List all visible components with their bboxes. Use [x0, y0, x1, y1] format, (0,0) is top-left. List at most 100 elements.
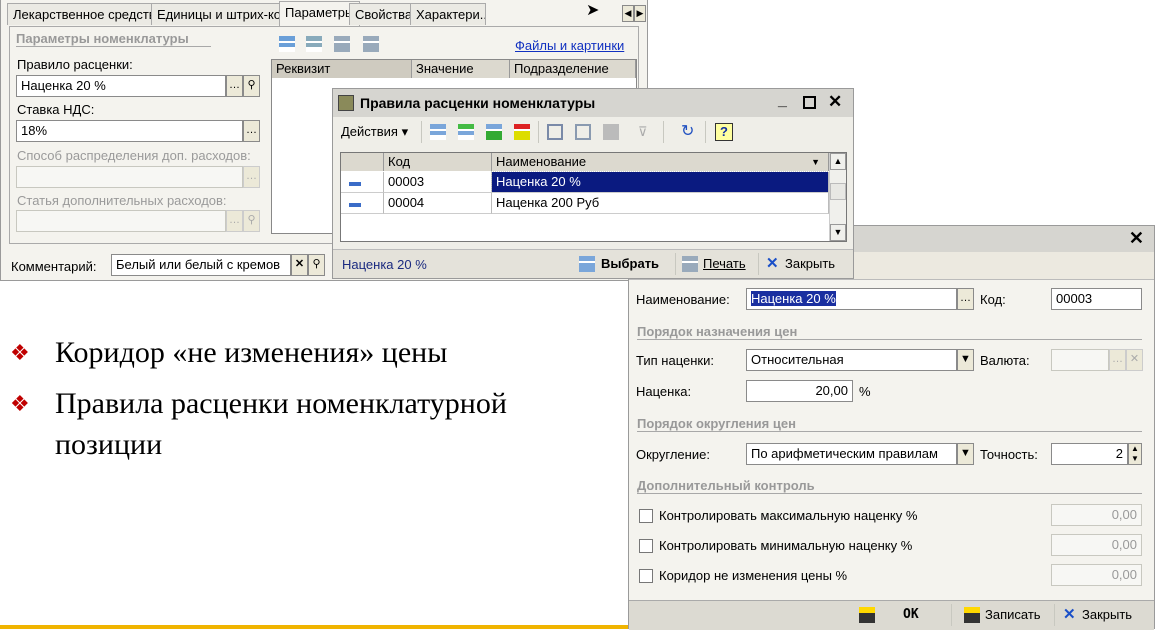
extra-costs-input[interactable]: [16, 210, 226, 232]
row-name: Наценка 200 Руб: [492, 193, 829, 214]
delete-icon[interactable]: [363, 36, 379, 52]
dialog-title: Правила расценки номенклатуры: [360, 95, 596, 111]
name-label: Наименование:: [636, 292, 730, 307]
section-pricing: Порядок назначения цен: [637, 324, 1142, 340]
chevron-down-icon[interactable]: ▼: [957, 443, 974, 465]
max-markup-checkbox[interactable]: [639, 509, 653, 523]
filter-history-icon[interactable]: [603, 124, 619, 140]
precision-input[interactable]: 2: [1051, 443, 1128, 465]
print-label: Печать: [703, 256, 746, 271]
select-button[interactable]: …: [226, 75, 243, 97]
select-button[interactable]: Выбрать: [579, 253, 669, 275]
delete-mark-icon[interactable]: [514, 124, 530, 140]
close-icon: ✕: [766, 255, 779, 272]
clear-icon[interactable]: ✕: [291, 254, 308, 276]
add-row-icon[interactable]: [279, 36, 295, 52]
clear-icon[interactable]: ✕: [1126, 349, 1143, 371]
slide-footer-line: [0, 625, 628, 629]
save-icon: [964, 607, 980, 623]
rule-form-dialog: ✕ Наименование: Наценка 20 % … Код: 0000…: [628, 225, 1155, 630]
corridor-checkbox[interactable]: [639, 569, 653, 583]
select-button[interactable]: …: [957, 288, 974, 310]
column-header[interactable]: Значение: [412, 60, 510, 78]
row-name: Наценка 20 %: [491, 171, 830, 194]
min-markup-input[interactable]: 0,00: [1051, 534, 1142, 556]
column-header[interactable]: Подразделение: [510, 60, 636, 78]
scrollbar[interactable]: ▲ ▼: [829, 153, 846, 241]
column-header[interactable]: Реквизит: [272, 60, 412, 78]
ok-button[interactable]: OK: [859, 604, 939, 626]
close-button[interactable]: ✕ Закрыть: [766, 253, 850, 275]
close-icon[interactable]: ✕: [828, 92, 842, 112]
scroll-down-button[interactable]: ▼: [830, 224, 846, 241]
tab-scroll-left-button[interactable]: ◀: [622, 5, 634, 22]
files-link[interactable]: Файлы и картинки: [515, 38, 624, 53]
select-button[interactable]: …: [1109, 349, 1126, 371]
tab-characteristics[interactable]: Характери...: [410, 3, 486, 25]
markup-input[interactable]: 20,00: [746, 380, 853, 402]
mouse-cursor-icon: ➤: [586, 2, 600, 19]
ok-label: OK: [903, 607, 919, 622]
min-markup-checkbox[interactable]: [639, 539, 653, 553]
print-icon: [682, 256, 698, 272]
corridor-input[interactable]: 0,00: [1051, 564, 1142, 586]
price-rule-label: Правило расценки:: [17, 57, 133, 72]
save-button[interactable]: Записать: [964, 604, 1054, 626]
add-group-icon[interactable]: [306, 36, 322, 52]
precision-stepper[interactable]: ▲ ▼: [1128, 443, 1142, 465]
search-icon[interactable]: ⚲: [308, 254, 325, 276]
markup-type-select[interactable]: Относительная: [746, 349, 957, 371]
currency-input[interactable]: [1051, 349, 1109, 371]
select-button[interactable]: …: [243, 120, 260, 142]
search-icon[interactable]: ⚲: [243, 75, 260, 97]
currency-label: Валюта:: [980, 353, 1030, 368]
column-header-name[interactable]: Наименование ▼: [492, 153, 829, 171]
help-icon[interactable]: ?: [715, 123, 733, 141]
filter-icon[interactable]: [547, 124, 563, 140]
tab-scroll-right-button[interactable]: ▶: [634, 5, 646, 22]
extra-costs-label: Статья дополнительных расходов:: [17, 193, 227, 208]
actions-menu[interactable]: Действия ▾: [341, 124, 408, 140]
row-icon: [341, 172, 384, 193]
edit-icon[interactable]: [486, 124, 502, 140]
max-markup-input[interactable]: 0,00: [1051, 504, 1142, 526]
select-button[interactable]: …: [226, 210, 243, 232]
tab-medicine[interactable]: Лекарственное средство: [7, 3, 169, 25]
price-rule-input[interactable]: Наценка 20 %: [16, 75, 226, 97]
row-code: 00004: [384, 193, 492, 214]
print-button[interactable]: Печать: [682, 253, 754, 275]
bullet-text: Коридор «не изменения» цены: [55, 336, 448, 369]
add-group-icon[interactable]: [458, 124, 474, 140]
name-input[interactable]: Наценка 20 %: [746, 288, 957, 310]
section-title: Параметры номенклатуры: [16, 31, 211, 47]
clear-filter-icon[interactable]: ⊽: [638, 124, 654, 140]
scroll-thumb[interactable]: [830, 183, 846, 200]
markup-type-label: Тип наценки:: [636, 353, 714, 368]
save-close-icon: [859, 607, 875, 623]
edit-icon[interactable]: [334, 36, 350, 52]
vat-label: Ставка НДС:: [17, 102, 95, 117]
filter-value-icon[interactable]: [575, 124, 591, 140]
vat-input[interactable]: 18%: [16, 120, 243, 142]
select-button[interactable]: …: [243, 166, 260, 188]
close-icon[interactable]: ✕: [1129, 228, 1144, 249]
code-input[interactable]: 00003: [1051, 288, 1142, 310]
bullet-icon: ❖: [10, 340, 30, 365]
comment-input[interactable]: Белый или белый с кремов: [111, 254, 291, 276]
rounding-select[interactable]: По арифметическим правилам: [746, 443, 957, 465]
tab-properties[interactable]: Свойства: [349, 3, 419, 25]
scroll-up-button[interactable]: ▲: [830, 153, 846, 170]
catalog-icon: [338, 95, 354, 111]
select-icon: [579, 256, 595, 272]
search-icon[interactable]: ⚲: [243, 210, 260, 232]
add-icon[interactable]: [430, 124, 446, 140]
corridor-label: Коридор не изменения цены %: [659, 568, 848, 583]
chevron-down-icon[interactable]: ▼: [957, 349, 974, 371]
maximize-icon[interactable]: [803, 96, 816, 109]
close-button[interactable]: ✕ Закрыть: [1063, 604, 1151, 626]
distribution-input[interactable]: [16, 166, 243, 188]
minimize-icon[interactable]: _: [778, 92, 787, 110]
refresh-icon[interactable]: ↻: [681, 121, 694, 141]
section-control: Дополнительный контроль: [637, 478, 1142, 494]
column-header-code[interactable]: Код: [384, 153, 492, 171]
